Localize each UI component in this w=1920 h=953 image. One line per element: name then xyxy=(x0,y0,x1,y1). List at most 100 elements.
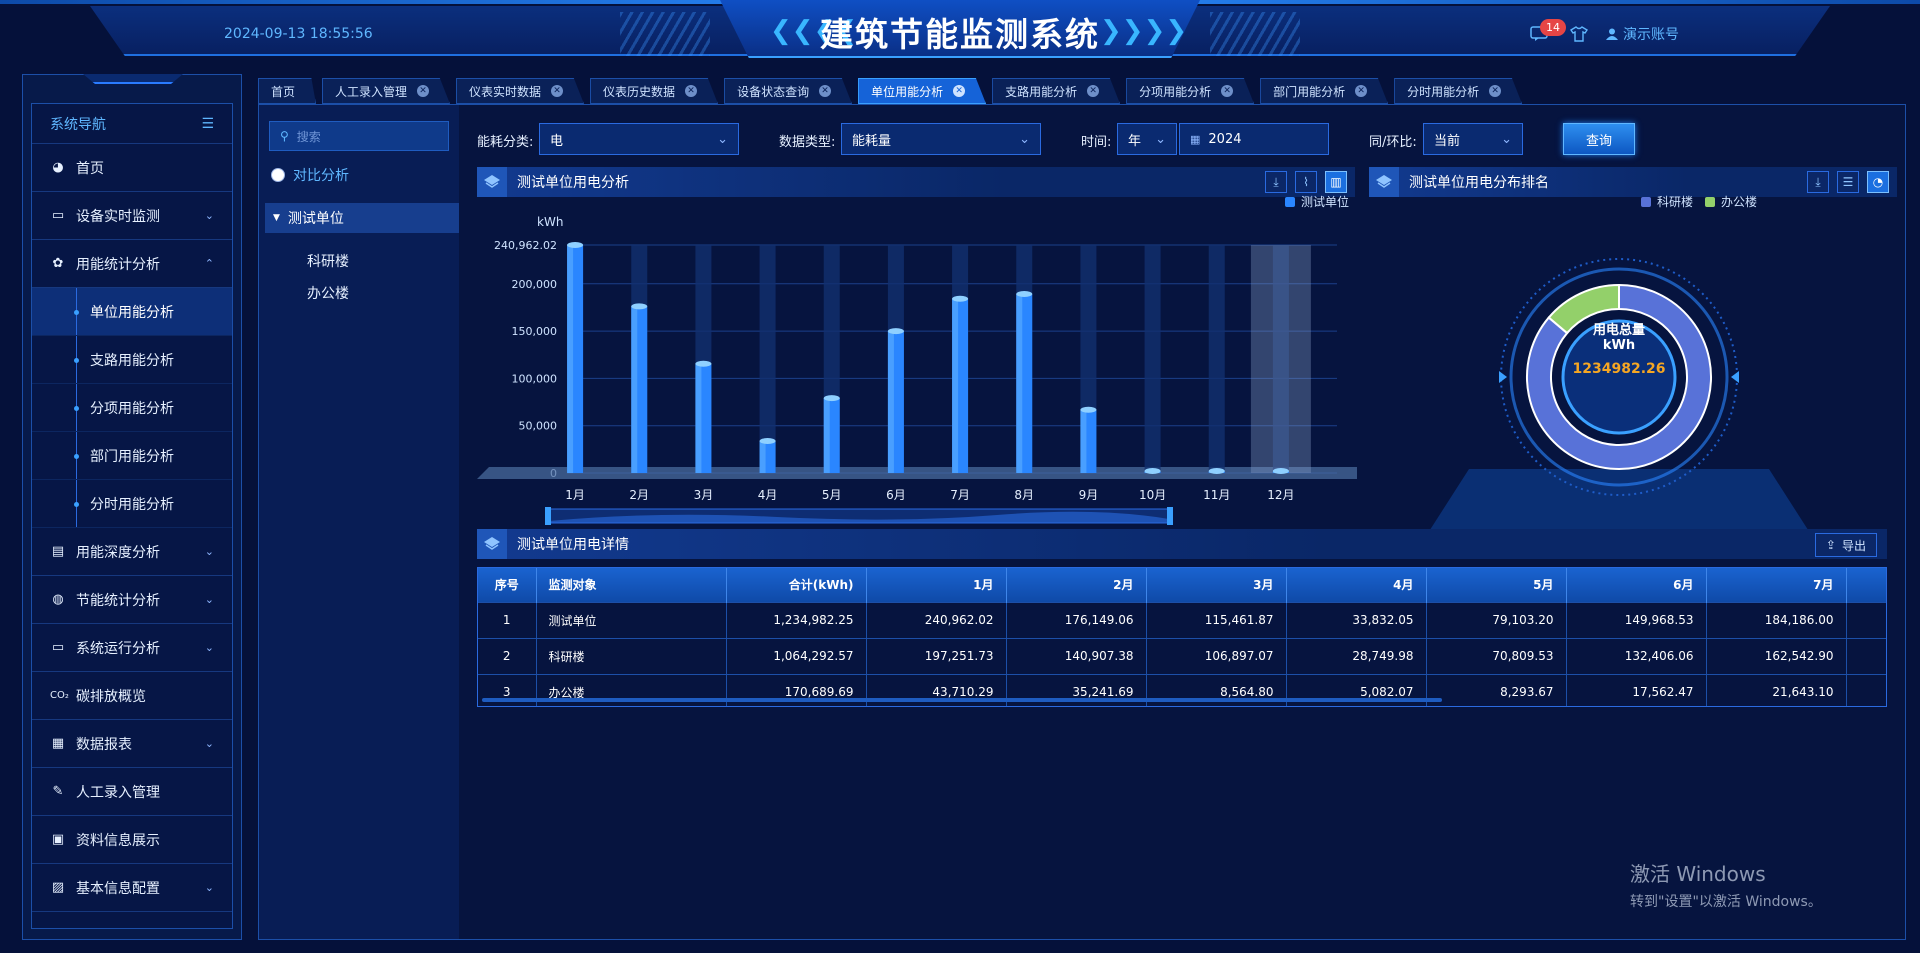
table-horizontal-scrollbar[interactable] xyxy=(482,698,1442,702)
table-row[interactable]: 3 办公楼 170,689.69 43,710.29 35,241.69 8,564.80… xyxy=(478,673,1886,706)
column-header[interactable]: 监测对象 xyxy=(536,568,727,602)
table-row[interactable]: 2 科研楼 1,064,292.57 197,251.73 140,907.38 106,… xyxy=(478,637,1886,674)
sidebar-sub-time-analysis[interactable]: 分时用能分析 xyxy=(32,480,232,528)
collapse-menu-icon[interactable]: ☰ xyxy=(201,116,214,132)
energy-type-select[interactable]: 电 ⌄ xyxy=(539,123,739,155)
tab-item-analysis[interactable]: 分项用能分析 ✕ xyxy=(1126,78,1255,104)
download-icon[interactable]: ⤓ xyxy=(1807,171,1829,193)
sidebar-item-system-run[interactable]: ▭ 系统运行分析 ⌄ xyxy=(32,624,232,672)
legend-office[interactable]: 办公楼 xyxy=(1705,193,1757,210)
sidebar-item-deep-analysis[interactable]: ▤ 用能深度分析 ⌄ xyxy=(32,528,232,576)
tab-branch-analysis[interactable]: 支路用能分析 ✕ xyxy=(992,78,1121,104)
legend-research[interactable]: 科研楼 xyxy=(1641,193,1693,210)
close-tab-icon[interactable]: ✕ xyxy=(1355,85,1368,97)
close-tab-icon[interactable]: ✕ xyxy=(1087,85,1100,97)
close-tab-icon[interactable]: ✕ xyxy=(1221,85,1234,97)
message-button[interactable]: 14 xyxy=(1530,19,1566,43)
sidebar-sub-item-analysis[interactable]: 分项用能分析 xyxy=(32,384,232,432)
table-cell: 办公楼 xyxy=(536,673,727,706)
close-tab-icon[interactable]: ✕ xyxy=(685,85,698,97)
column-header[interactable]: 序号 xyxy=(478,568,537,602)
pie-chart-icon[interactable]: ◔ xyxy=(1867,171,1889,193)
bar-highlight xyxy=(952,298,959,473)
time-unit-select[interactable]: 年 ⌄ xyxy=(1117,123,1177,155)
compare-toggle[interactable]: 对比分析 xyxy=(271,165,349,185)
column-header[interactable]: 合计(kWh) xyxy=(726,568,867,602)
y-axis-unit: kWh xyxy=(537,215,563,229)
column-header[interactable]: 1月 xyxy=(866,568,1007,602)
table-cell-overflow xyxy=(1846,673,1886,706)
bar-cap xyxy=(695,360,712,367)
tab-manual-entry[interactable]: 人工录入管理 ✕ xyxy=(322,78,451,104)
column-header[interactable]: 5月 xyxy=(1426,568,1567,602)
donut-marker-right xyxy=(1731,371,1739,383)
sidebar-item-label: 用能统计分析 xyxy=(76,256,160,273)
user-menu[interactable]: 演示账号 xyxy=(1606,24,1679,44)
column-header[interactable]: 6月 xyxy=(1566,568,1707,602)
sidebar-sub-dept-analysis[interactable]: 部门用能分析 xyxy=(32,432,232,480)
x-tick-label: 4月 xyxy=(758,488,778,502)
tree-node-research[interactable]: 科研楼 xyxy=(307,251,349,271)
tab-meter-history[interactable]: 仪表历史数据 ✕ xyxy=(590,78,719,104)
tab-label: 人工录入管理 xyxy=(335,84,408,99)
tree-search-input[interactable]: ⚲ 搜索 xyxy=(269,121,449,151)
export-button[interactable]: ⇪ 导出 xyxy=(1814,533,1877,557)
column-header[interactable]: 3月 xyxy=(1146,568,1287,602)
chevron-down-icon: ⌄ xyxy=(1019,131,1030,147)
column-header[interactable]: 7月 xyxy=(1706,568,1847,602)
bar-legend[interactable]: 测试单位 xyxy=(1285,193,1349,210)
table-cell: 140,907.38 xyxy=(1006,637,1147,674)
sidebar-item-info[interactable]: ▣ 资料信息展示 xyxy=(32,816,232,864)
bar-cap xyxy=(1272,468,1289,474)
close-tab-icon[interactable]: ✕ xyxy=(417,85,430,97)
tab-time-analysis[interactable]: 分时用能分析 ✕ xyxy=(1394,78,1523,104)
close-tab-icon[interactable]: ✕ xyxy=(1489,85,1502,97)
x-tick-label: 6月 xyxy=(886,488,906,502)
table-cell: 79,103.20 xyxy=(1426,601,1567,638)
column-header[interactable]: 2月 xyxy=(1006,568,1147,602)
x-tick-label: 11月 xyxy=(1203,488,1230,502)
close-tab-icon[interactable]: ✕ xyxy=(551,85,564,97)
sidebar-sub-branch-analysis[interactable]: 支路用能分析 xyxy=(32,336,232,384)
sidebar-item-reports[interactable]: ▦ 数据报表 ⌄ xyxy=(32,720,232,768)
bar-highlight xyxy=(631,306,638,473)
legend-label: 测试单位 xyxy=(1301,195,1350,209)
bar-highlight xyxy=(887,331,894,473)
sidebar-item-home[interactable]: ◕ 首页 xyxy=(32,144,232,192)
close-tab-icon[interactable]: ✕ xyxy=(953,85,966,97)
compare-type-select[interactable]: 当前 ⌄ xyxy=(1423,123,1523,155)
chevron-down-icon: ⌄ xyxy=(1155,131,1166,147)
sidebar-item-saving-stats[interactable]: ◍ 节能统计分析 ⌄ xyxy=(32,576,232,624)
close-tab-icon[interactable]: ✕ xyxy=(819,85,832,97)
sidebar-item-device-monitor[interactable]: ▭ 设备实时监测 ⌄ xyxy=(32,192,232,240)
sidebar-item-carbon[interactable]: CO₂ 碳排放概览 xyxy=(32,672,232,720)
skin-icon[interactable] xyxy=(1570,26,1588,42)
tab-home[interactable]: 首页 xyxy=(258,78,317,104)
list-icon[interactable]: ☰ xyxy=(1837,171,1859,193)
table-row[interactable]: 1 测试单位 1,234,982.25 240,962.02 176,149.06 115… xyxy=(478,601,1886,638)
year-picker[interactable]: ▦ 2024 xyxy=(1179,123,1329,155)
legend-label: 科研楼 xyxy=(1657,195,1694,209)
sidebar-sub-unit-analysis[interactable]: 单位用能分析 xyxy=(32,288,232,336)
column-header[interactable]: 4月 xyxy=(1286,568,1427,602)
tab-dept-analysis[interactable]: 部门用能分析 ✕ xyxy=(1260,78,1389,104)
y-tick-label: 50,000 xyxy=(519,420,558,433)
select-value: 电 xyxy=(550,133,564,149)
table-cell: 149,968.53 xyxy=(1566,601,1707,638)
data-type-select[interactable]: 能耗量 ⌄ xyxy=(841,123,1041,155)
tab-unit-analysis[interactable]: 单位用能分析 ✕ xyxy=(858,78,987,104)
y-tick-label: 240,962.02 xyxy=(494,239,557,252)
export-icon: ⇪ xyxy=(1825,538,1836,552)
query-button[interactable]: 查询 xyxy=(1563,123,1635,155)
sidebar-item-manual-entry[interactable]: ✎ 人工录入管理 xyxy=(32,768,232,816)
tab-device-status[interactable]: 设备状态查询 ✕ xyxy=(724,78,853,104)
legend-swatch xyxy=(1285,196,1295,207)
sidebar-item-energy-stats[interactable]: ✿ 用能统计分析 ⌃ xyxy=(32,240,232,288)
user-icon xyxy=(1606,28,1618,40)
tab-meter-realtime[interactable]: 仪表实时数据 ✕ xyxy=(456,78,585,104)
tree-node-office[interactable]: 办公楼 xyxy=(307,283,349,303)
compare-radio[interactable] xyxy=(271,168,285,182)
tree-node-root[interactable]: ▼ 测试单位 xyxy=(265,203,459,233)
table-cell: 106,897.07 xyxy=(1146,637,1287,674)
sidebar-item-config[interactable]: ▨ 基本信息配置 ⌄ xyxy=(32,864,232,912)
